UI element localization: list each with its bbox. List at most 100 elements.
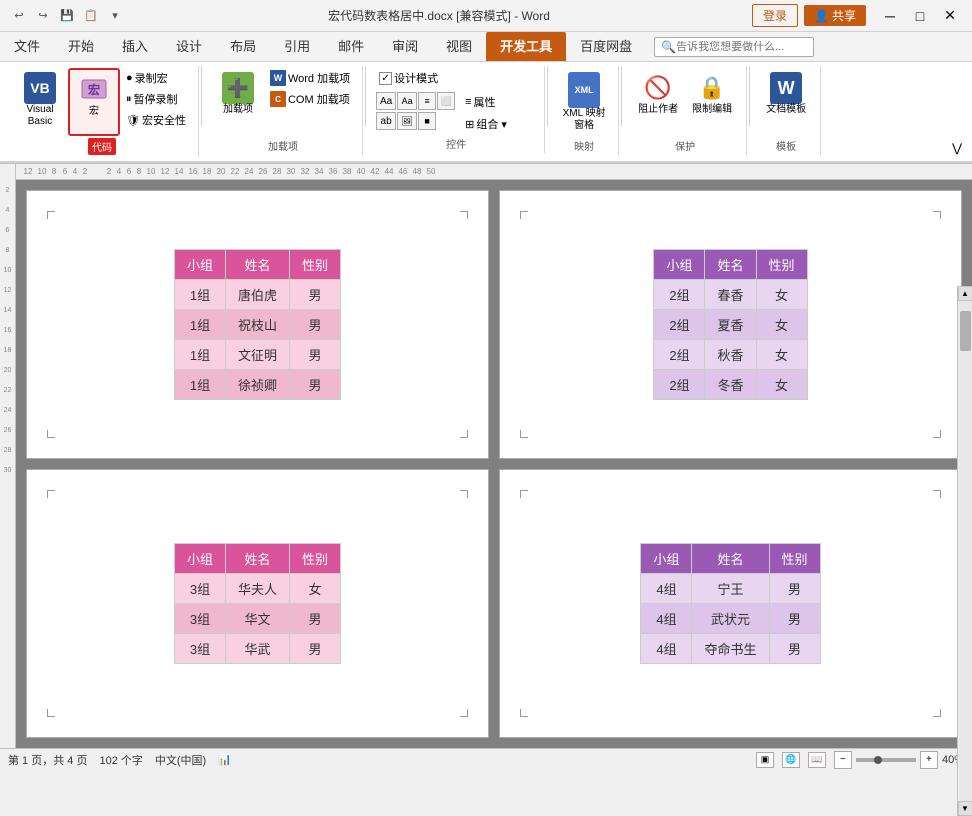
tab-design[interactable]: 设计: [162, 32, 216, 61]
zoom-slider[interactable]: [856, 758, 916, 762]
vertical-scrollbar[interactable]: ▲ ▼: [957, 286, 972, 816]
ctrl-btn-2[interactable]: Aa: [397, 92, 417, 110]
corner-br-3: [460, 709, 468, 717]
tab-baidu[interactable]: 百度网盘: [566, 32, 646, 61]
table-container-1: 小组 姓名 性别 1组 唐伯虎 男: [174, 249, 341, 400]
qa-dropdown[interactable]: ▾: [104, 5, 126, 27]
tab-layout[interactable]: 布局: [216, 32, 270, 61]
qa-extra1[interactable]: 📋: [80, 5, 102, 27]
addins-group-label: 加载项: [268, 138, 298, 153]
ctrl-btn-6[interactable]: 🖼: [397, 112, 417, 130]
zoom-in-button[interactable]: +: [920, 751, 938, 769]
tab-mailings[interactable]: 邮件: [324, 32, 378, 61]
table-container-3: 小组 姓名 性别 3组 华夫人 女: [174, 543, 341, 664]
table-container-4: 小组 姓名 性别 4组 宁王 男 4: [640, 543, 820, 664]
corner-tr-4: [933, 490, 941, 498]
undo-btn[interactable]: ↩: [8, 5, 30, 27]
corner-tr-2: [933, 211, 941, 219]
table-row: 1组 文征明 男: [174, 340, 340, 370]
table-row: 4组 宁王 男: [641, 574, 820, 604]
group-xml: XML XML 映射窗格 映射: [550, 66, 619, 155]
table-row: 2组 秋香 女: [654, 340, 807, 370]
doc-template-button[interactable]: W 文档模板: [760, 68, 812, 136]
scroll-down-button[interactable]: ▼: [958, 801, 972, 816]
sep5: [749, 66, 750, 126]
table-container-2: 小组 姓名 性别 2组 春香 女 2: [653, 249, 807, 400]
controls-group-label: 控件: [446, 136, 466, 151]
th-name-3: 姓名: [225, 544, 289, 574]
protection-group-label: 保护: [675, 138, 695, 153]
view-web-button[interactable]: 🌐: [782, 752, 800, 768]
ribbon: 文件 开始 插入 设计 布局 引用 邮件 审阅 视图 开发工具 百度网盘 🔍 V…: [0, 32, 972, 164]
addins-button[interactable]: ➕ 加载项: [212, 68, 264, 136]
search-input[interactable]: [676, 41, 796, 53]
th-group-3: 小组: [174, 544, 225, 574]
scroll-up-button[interactable]: ▲: [958, 286, 972, 301]
tab-file[interactable]: 文件: [0, 32, 54, 61]
tab-references[interactable]: 引用: [270, 32, 324, 61]
record-macro-button[interactable]: ● 录制宏: [122, 68, 190, 88]
collapse-ribbon-button[interactable]: ⋁: [948, 139, 966, 157]
status-right: ▣ 🌐 📖 − + 40%: [756, 751, 964, 769]
visual-basic-button[interactable]: VB Visual Basic: [14, 68, 66, 136]
xml-mapping-button[interactable]: XML XML 映射窗格: [558, 68, 610, 136]
corner-tl-3: [47, 490, 55, 498]
ribbon-content: VB Visual Basic 宏 宏 ● 录制宏: [0, 62, 972, 163]
share-button[interactable]: 👤 共享: [804, 5, 866, 26]
macro-button[interactable]: 宏 宏: [68, 68, 120, 136]
track-changes-icon: 📊: [218, 753, 232, 766]
tab-home[interactable]: 开始: [54, 32, 108, 61]
zoom-out-button[interactable]: −: [834, 751, 852, 769]
macro-security-button[interactable]: 🛡 宏安全性: [122, 110, 190, 130]
pages-grid: 小组 姓名 性别 1组 唐伯虎 男: [16, 180, 972, 748]
properties-button[interactable]: ≡ 属性: [461, 92, 511, 112]
tab-review[interactable]: 审阅: [378, 32, 432, 61]
language-indicator: 中文(中国): [155, 752, 206, 768]
ctrl-btn-5[interactable]: ab: [376, 112, 396, 130]
group-button[interactable]: ⊞ 组合 ▾: [461, 114, 511, 134]
th-group-1: 小组: [174, 250, 225, 280]
group-template: W 文档模板 模板: [752, 66, 821, 155]
maximize-button[interactable]: □: [906, 4, 934, 28]
login-button[interactable]: 登录: [752, 4, 798, 27]
corner-tl-4: [520, 490, 528, 498]
tab-developer[interactable]: 开发工具: [486, 32, 566, 61]
pause-icon: ⏸: [126, 93, 132, 106]
th-gender-3: 性别: [290, 544, 341, 574]
addins-small-btns: W Word 加载项 C COM 加载项: [266, 68, 354, 109]
ctrl-btn-7[interactable]: ■: [418, 112, 436, 130]
scroll-track[interactable]: [959, 301, 972, 801]
record-label: 录制宏: [135, 70, 168, 86]
tab-insert[interactable]: 插入: [108, 32, 162, 61]
close-button[interactable]: ✕: [936, 4, 964, 28]
xml-group-label: 映射: [574, 138, 594, 153]
ctrl-btn-3[interactable]: ≡: [418, 92, 436, 110]
tab-view[interactable]: 视图: [432, 32, 486, 61]
scroll-thumb[interactable]: [960, 311, 971, 351]
table-row: 2组 夏香 女: [654, 310, 807, 340]
redo-btn[interactable]: ↪: [32, 5, 54, 27]
minimize-button[interactable]: ─: [876, 4, 904, 28]
group-protection-content: 🚫 阻止作者 🔒 限制编辑: [632, 68, 738, 136]
word-count: 102 个字: [99, 752, 142, 768]
table-2: 小组 姓名 性别 2组 春香 女 2: [653, 249, 807, 400]
pause-macro-button[interactable]: ⏸ 暂停录制: [122, 89, 190, 109]
restrict-editing-button[interactable]: 🔒 限制编辑: [686, 68, 738, 136]
corner-br-2: [933, 430, 941, 438]
macro-label: 宏: [89, 106, 99, 118]
view-print-button[interactable]: ▣: [756, 752, 774, 768]
th-gender-4: 性别: [769, 544, 820, 574]
com-addins-button[interactable]: C COM 加载项: [266, 89, 354, 109]
view-read-button[interactable]: 📖: [808, 752, 826, 768]
macro-small-btns: ● 录制宏 ⏸ 暂停录制 🛡 宏安全性: [122, 68, 190, 130]
word-addins-button[interactable]: W Word 加载项: [266, 68, 354, 88]
block-authors-button[interactable]: 🚫 阻止作者: [632, 68, 684, 136]
design-mode-button[interactable]: ✓ 设计模式: [376, 68, 441, 88]
ctrl-btn-4[interactable]: ⬜: [437, 92, 455, 110]
security-label: 宏安全性: [142, 112, 186, 128]
table-row: 3组 华武 男: [174, 634, 340, 664]
ctrl-btn-1[interactable]: Aa: [376, 92, 396, 110]
search-box[interactable]: 🔍: [654, 37, 814, 57]
group-code-content: VB Visual Basic 宏 宏 ● 录制宏: [14, 68, 190, 136]
save-btn[interactable]: 💾: [56, 5, 78, 27]
